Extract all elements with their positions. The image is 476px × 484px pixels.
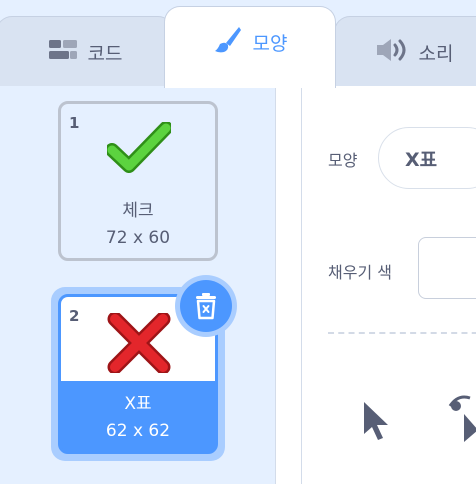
paint-editor: 모양 X표 채우기 색 xyxy=(302,86,476,484)
toolbar-divider xyxy=(328,332,476,334)
costume-name-input[interactable]: X표 xyxy=(378,127,476,189)
fill-color-picker[interactable] xyxy=(418,237,476,299)
reshape-cursor-icon[interactable] xyxy=(448,392,476,448)
tab-code[interactable]: 코드 xyxy=(0,16,174,86)
costume-name: X표 xyxy=(124,394,152,414)
speaker-icon xyxy=(375,37,409,68)
delete-costume-button[interactable] xyxy=(175,275,237,337)
costume-name: 체크 xyxy=(122,201,154,221)
x-mark-icon xyxy=(107,311,171,377)
paintbrush-icon xyxy=(213,25,243,60)
arrow-cursor-icon[interactable] xyxy=(360,400,394,448)
costume-size: 72 x 60 xyxy=(105,228,171,248)
costume-name-label: 모양 xyxy=(328,151,358,170)
code-blocks-icon xyxy=(48,39,78,66)
tab-code-label: 코드 xyxy=(87,43,123,65)
costume-item[interactable]: 1 체크 72 x 60 xyxy=(58,101,218,261)
fill-color-label: 채우기 색 xyxy=(328,263,392,282)
panel-divider xyxy=(276,86,302,484)
tab-costumes[interactable]: 모양 xyxy=(164,6,336,88)
tab-costumes-label: 모양 xyxy=(252,33,288,55)
tab-sounds-label: 소리 xyxy=(418,43,454,65)
trash-icon xyxy=(180,280,232,332)
costume-size: 62 x 62 xyxy=(105,421,171,441)
editor-tab-bar: 코드 소리 모양 xyxy=(0,0,476,88)
check-icon xyxy=(105,121,173,178)
tab-sounds[interactable]: 소리 xyxy=(334,16,476,86)
costume-number: 2 xyxy=(69,307,80,325)
costume-number: 1 xyxy=(69,114,80,132)
